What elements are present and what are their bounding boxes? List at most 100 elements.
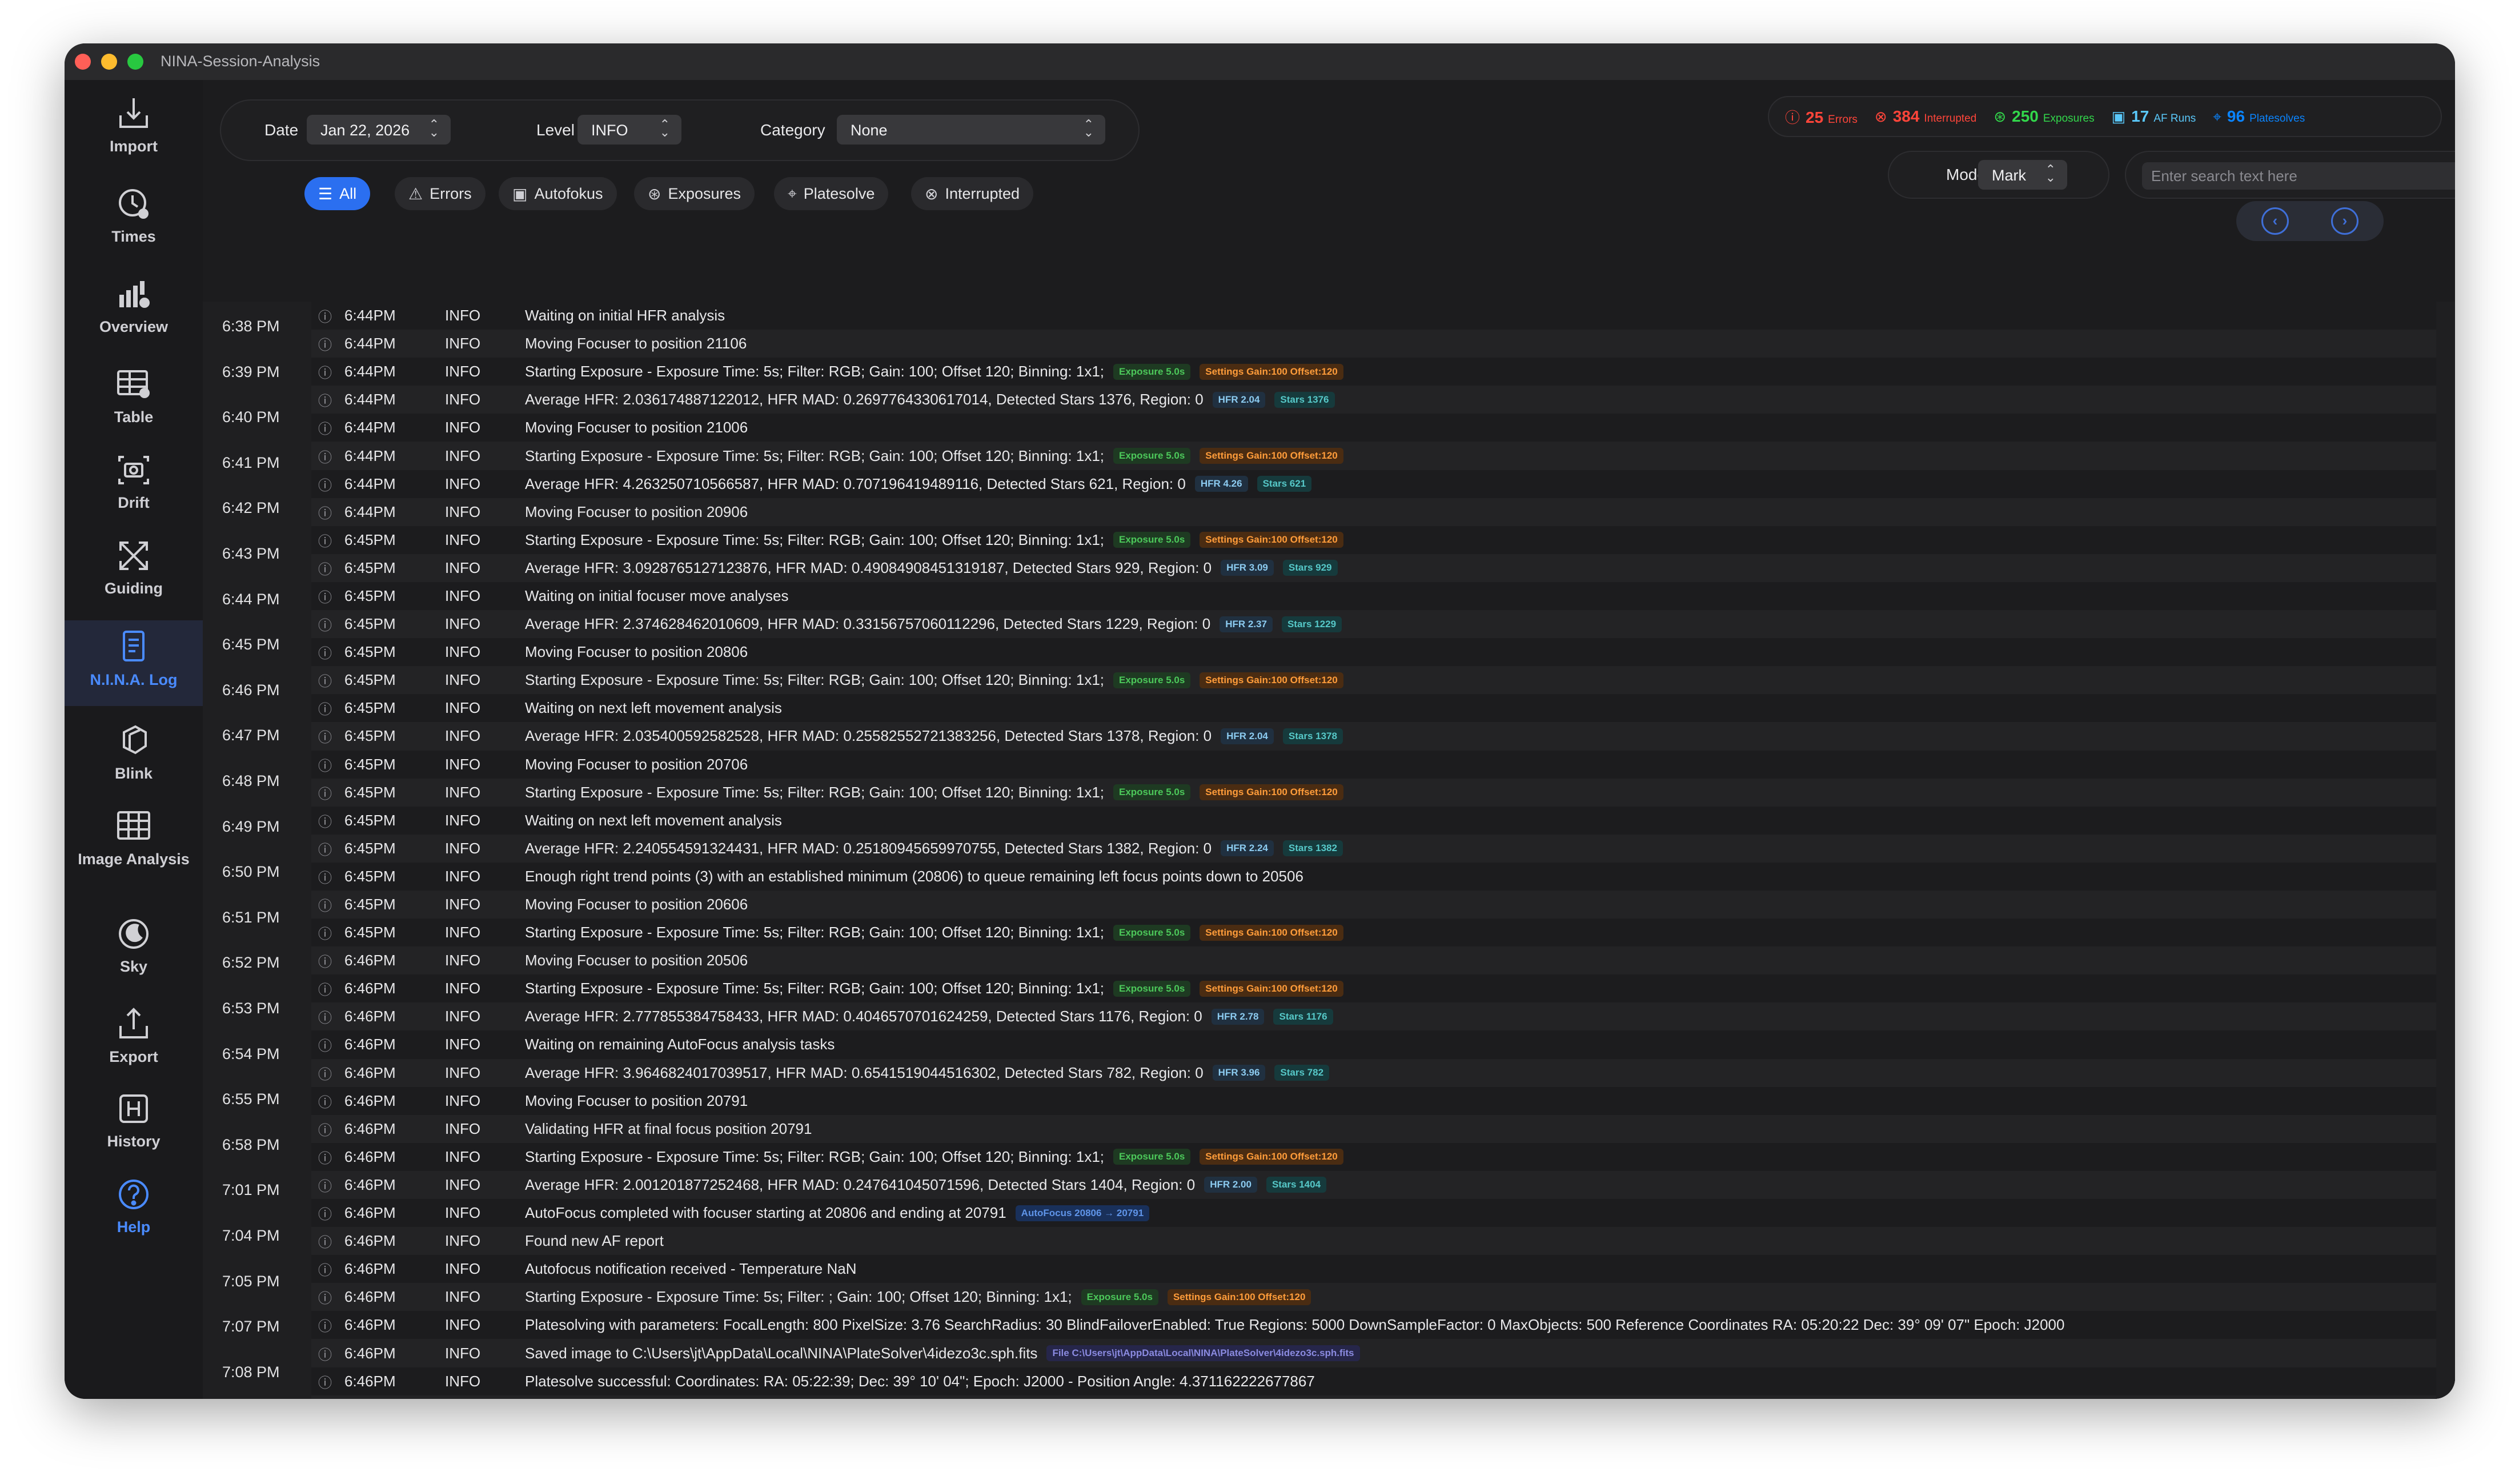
log-message: Waiting on initial HFR analysis	[525, 307, 725, 324]
mode-select[interactable]: Mark ⌃ ⌄	[1978, 160, 2067, 190]
sidebar-item-overview[interactable]: Overview	[65, 273, 203, 353]
log-row[interactable]: ⓘ 6:44PM INFO Average HFR: 4.26325071056658…	[311, 470, 2436, 498]
log-row[interactable]: ⓘ 6:45PM INFO Average HFR: 2.24055459132443…	[311, 834, 2436, 863]
log-message: Moving Focuser to position 21006	[525, 419, 748, 436]
sidebar-item-sky[interactable]: Sky	[65, 913, 203, 993]
log-row[interactable]: ⓘ 6:46PM INFO Moving Focuser to position 20…	[311, 946, 2436, 975]
log-level: INFO	[445, 1372, 481, 1390]
next-match-button[interactable]: ›	[2331, 207, 2358, 235]
log-message: Starting Exposure - Exposure Time: 5s; F…	[525, 1288, 1072, 1306]
search-input[interactable]	[2142, 162, 2455, 190]
log-row[interactable]: ⓘ 6:45PM INFO Starting Exposure - Exposure …	[311, 526, 2436, 554]
sidebar-item-blink[interactable]: Blink	[65, 720, 203, 800]
log-row[interactable]: ⓘ 6:44PM INFO Moving Focuser to position 21…	[311, 414, 2436, 442]
log-row[interactable]: ⓘ 6:46PM INFO Starting Exposure - Exposure …	[311, 1143, 2436, 1171]
stat-errors[interactable]: ⓘ 25 Errors	[1785, 106, 1858, 127]
chevron-left-icon: ‹	[2272, 212, 2278, 229]
log-row[interactable]: ⓘ 6:45PM INFO Average HFR: 3.09287651271238…	[311, 554, 2436, 582]
sidebar-item-export[interactable]: Export	[65, 1003, 203, 1083]
log-row[interactable]: ⓘ 6:44PM INFO Starting Exposure - Exposure …	[311, 358, 2436, 386]
zoom-window-button[interactable]	[127, 54, 143, 70]
category-select[interactable]: None ⌃ ⌄	[837, 115, 1105, 145]
x-circle-icon: ⊗	[1874, 108, 1887, 125]
exp-badge: Exposure 5.0s	[1113, 532, 1191, 548]
level-select[interactable]: INFO ⌃ ⌄	[577, 115, 681, 145]
log-row[interactable]: ⓘ 6:46PM INFO Average HFR: 3.96468240170395…	[311, 1058, 2436, 1087]
log-row[interactable]: ⓘ 6:45PM INFO Waiting on next left movement…	[311, 807, 2436, 835]
log-row[interactable]: ⓘ 6:44PM INFO Starting Exposure - Exposure …	[311, 442, 2436, 470]
filter-pill-interrupted[interactable]: ⊗ Interrupted	[911, 177, 1034, 210]
log-row[interactable]: ⓘ 6:46PM INFO Waiting on remaining AutoFocu…	[311, 1030, 2436, 1058]
log-message: Average HFR: 2.777855384758433, HFR MAD:…	[525, 1008, 1202, 1025]
log-row[interactable]: ⓘ 6:45PM INFO Starting Exposure - Exposure …	[311, 919, 2436, 946]
log-row[interactable]: ⓘ 6:46PM INFO Starting Exposure - Exposure …	[311, 1283, 2436, 1311]
log-row[interactable]: ⓘ6:46PMINFOSyncing scope from RA: 05:22:…	[311, 1395, 2436, 1399]
log-time: 6:46PM	[344, 980, 396, 997]
sidebar-item-image-analysis[interactable]: Image Analysis	[65, 805, 203, 903]
log-level: INFO	[445, 531, 481, 548]
sidebar-item-nina-log[interactable]: N.I.N.A. Log	[65, 620, 203, 706]
log-message: AutoFocus completed with focuser startin…	[525, 1204, 1006, 1222]
log-row[interactable]: ⓘ 6:46PM INFO Starting Exposure - Exposure …	[311, 974, 2436, 1002]
log-row[interactable]: ⓘ 6:45PM INFO Average HFR: 2.37462846201060…	[311, 610, 2436, 639]
focus-icon: ▣	[2111, 108, 2126, 125]
log-row[interactable]: ⓘ 6:46PM INFO Average HFR: 2.00120187725246…	[311, 1170, 2436, 1199]
filter-pill-all[interactable]: ☰ All	[304, 177, 371, 210]
log-row[interactable]: ⓘ 6:45PM INFO Waiting on initial focuser mo…	[311, 582, 2436, 610]
sidebar-item-drift[interactable]: Drift	[65, 449, 203, 529]
stat-platesolves[interactable]: ⌖ 96 Platesolves	[2213, 107, 2305, 126]
sidebar-item-help[interactable]: Help	[65, 1173, 203, 1253]
log-level: INFO	[445, 924, 481, 941]
time-label: 6:42 PM	[222, 499, 280, 517]
sidebar-item-history[interactable]: History	[65, 1088, 203, 1168]
sidebar-item-times[interactable]: Times	[65, 183, 203, 263]
info-icon: ⓘ	[318, 366, 332, 382]
log-row[interactable]: ⓘ 6:45PM INFO Moving Focuser to position 20…	[311, 890, 2436, 919]
time-label: 6:54 PM	[222, 1045, 280, 1062]
log-row[interactable]: ⓘ 6:45PM INFO Enough right trend points (3)…	[311, 863, 2436, 891]
log-message: Platesolving with parameters: FocalLengt…	[525, 1316, 2065, 1334]
log-row[interactable]: ⓘ 6:45PM INFO Starting Exposure - Exposure …	[311, 778, 2436, 807]
log-row[interactable]: ⓘ 6:46PM INFO Moving Focuser to position 20…	[311, 1087, 2436, 1115]
sidebar-item-import[interactable]: Import	[65, 93, 203, 173]
help-icon	[113, 1173, 155, 1216]
log-row[interactable]: ⓘ 6:44PM INFO Average HFR: 2.03617488712201…	[311, 386, 2436, 414]
log-row[interactable]: ⓘ 6:46PM INFO Saved image to C:\Users\jt\Ap…	[311, 1339, 2436, 1367]
log-row[interactable]: ⓘ 6:46PM INFO Platesolving with parameters:…	[311, 1311, 2436, 1339]
log-row[interactable]: ⓘ 6:46PM INFO Autofocus notification receiv…	[311, 1255, 2436, 1283]
log-time: 6:46PM	[344, 1344, 396, 1362]
aperture-icon: ⊛	[648, 185, 661, 203]
stat-interrupted[interactable]: ⊗ 384 Interrupted	[1875, 107, 1976, 126]
stat-exposures[interactable]: ⊛ 250 Exposures	[1993, 107, 2094, 126]
log-row[interactable]: ⓘ 6:46PM INFO AutoFocus completed with focu…	[311, 1199, 2436, 1227]
filter-pill-exposures[interactable]: ⊛ Exposures	[634, 177, 755, 210]
log-row[interactable]: ⓘ 6:44PM INFO Waiting on initial HFR analys…	[311, 302, 2436, 330]
log-message: Waiting on initial focuser move analyses	[525, 587, 789, 604]
time-label: 6:44 PM	[222, 590, 280, 608]
stat-af-runs[interactable]: ▣ 17 AF Runs	[2112, 107, 2196, 126]
log-row[interactable]: ⓘ 6:46PM INFO Validating HFR at final focus…	[311, 1114, 2436, 1143]
sidebar-item-guiding[interactable]: Guiding	[65, 535, 203, 615]
log-row[interactable]: ⓘ 6:45PM INFO Average HFR: 2.03540059258252…	[311, 722, 2436, 751]
crosshair-icon: ⌖	[2213, 107, 2221, 125]
filter-pill-autofokus[interactable]: ▣ Autofokus	[499, 177, 617, 210]
stars-badge: Stars 1376	[1274, 391, 1335, 408]
log-row[interactable]: ⓘ 6:46PM INFO Platesolve successful: Coordi…	[311, 1367, 2436, 1395]
sidebar-item-table[interactable]: Table	[65, 363, 203, 443]
log-row[interactable]: ⓘ 6:44PM INFO Moving Focuser to position 21…	[311, 330, 2436, 358]
log-row[interactable]: ⓘ 6:45PM INFO Waiting on next left movement…	[311, 694, 2436, 722]
log-row[interactable]: ⓘ 6:46PM INFO Average HFR: 2.77785538475843…	[311, 1002, 2436, 1031]
log-row[interactable]: ⓘ 6:46PM INFO Found new AF report	[311, 1227, 2436, 1256]
log-row[interactable]: ⓘ 6:45PM INFO Moving Focuser to position 20…	[311, 751, 2436, 779]
close-window-button[interactable]	[75, 54, 91, 70]
log-row[interactable]: ⓘ 6:45PM INFO Starting Exposure - Exposure …	[311, 666, 2436, 695]
filter-pill-errors[interactable]: ⚠ Errors	[395, 177, 486, 210]
previous-match-button[interactable]: ‹	[2261, 207, 2289, 235]
log-time: 6:45PM	[344, 699, 396, 717]
minimize-window-button[interactable]	[101, 54, 117, 70]
log-row[interactable]: ⓘ 6:44PM INFO Moving Focuser to position 20…	[311, 498, 2436, 526]
title-bar: NINA-Session-Analysis	[65, 43, 2455, 80]
log-row[interactable]: ⓘ 6:45PM INFO Moving Focuser to position 20…	[311, 638, 2436, 666]
filter-pill-platesolve[interactable]: ⌖ Platesolve	[774, 177, 889, 210]
date-picker[interactable]: Jan 22, 2026 ⌃ ⌄	[307, 115, 451, 145]
